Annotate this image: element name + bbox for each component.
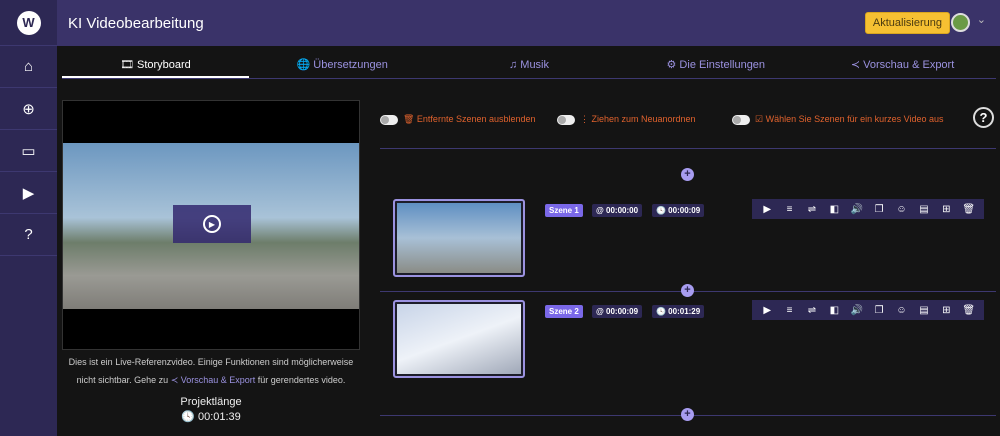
tab-preview-export[interactable]: ≺ Vorschau & Export — [809, 52, 996, 78]
scene-row: Szene 1 @ 00:00:00 🕓 00:00:09 ▶ ≡ ⇌ ◧ 🔊 ❐ ☺ ▤ ⊞ 🗑 — [380, 199, 996, 284]
toggle-short-video[interactable]: ☑ Wählen Sie Szenen für ein kurzes Video… — [732, 114, 944, 125]
live-reference-note: Dies ist ein Live-Referenzvideo. Einige … — [68, 357, 354, 385]
volume-icon[interactable]: 🔊 — [850, 305, 864, 316]
scene-start-time: @ 00:00:00 — [592, 204, 643, 217]
play-icon[interactable]: ▶ — [760, 204, 774, 215]
scene-toolbar: ▶ ≡ ⇌ ◧ 🔊 ❐ ☺ ▤ ⊞ 🗑 — [752, 199, 984, 219]
add-icon[interactable]: ⊕ — [0, 88, 57, 130]
scene-name-badge: Szene 2 — [545, 305, 583, 318]
scene-name-badge: Szene 1 — [545, 204, 583, 217]
copy-icon[interactable]: ❐ — [872, 305, 886, 316]
chevron-down-icon[interactable]: ⌄ — [977, 13, 986, 26]
switch[interactable] — [557, 114, 575, 125]
play-button[interactable]: ▶ — [173, 205, 251, 243]
delete-icon[interactable]: 🗑 — [962, 204, 976, 215]
divider — [380, 148, 996, 149]
header: KI Videobearbeitung Aktualisierung ⌄ — [57, 0, 1000, 46]
toggle-hide-removed[interactable]: 🗑 Entfernte Szenen ausblenden — [380, 114, 536, 125]
help-icon[interactable]: ? — [973, 107, 994, 128]
volume-icon[interactable]: 🔊 — [850, 204, 864, 215]
sidebar: W ⌂ ⊕ ▭ ▶ ? — [0, 0, 57, 436]
add-scene-button[interactable]: + — [681, 284, 694, 297]
toggle-bar: 🗑 Entfernte Szenen ausblenden ⋮ Ziehen z… — [380, 107, 1000, 130]
home-icon[interactable]: ⌂ — [0, 46, 57, 88]
playlist-icon[interactable]: ≡ — [783, 204, 797, 215]
page-title: KI Videobearbeitung — [68, 14, 204, 32]
video-frame: ▶ — [63, 143, 359, 309]
tab-translations[interactable]: 🌐 Übersetzungen — [249, 52, 436, 78]
switch[interactable] — [380, 114, 398, 125]
emoji-icon[interactable]: ☺ — [895, 305, 909, 316]
transition-icon[interactable]: ⇌ — [805, 305, 819, 316]
add-scene-button[interactable]: + — [681, 168, 694, 181]
play-icon[interactable]: ▶ — [760, 305, 774, 316]
avatar[interactable] — [951, 13, 970, 32]
scene-thumbnail[interactable] — [393, 199, 525, 277]
help-icon[interactable]: ? — [0, 214, 57, 256]
flip-icon[interactable]: ◧ — [827, 204, 841, 215]
subtitle-icon[interactable]: ▤ — [917, 204, 931, 215]
scene-toolbar: ▶ ≡ ⇌ ◧ 🔊 ❐ ☺ ▤ ⊞ 🗑 — [752, 300, 984, 320]
scene-duration: 🕓 00:01:29 — [652, 305, 705, 318]
emoji-icon[interactable]: ☺ — [895, 204, 909, 215]
add-scene-button[interactable]: + — [681, 408, 694, 421]
update-button[interactable]: Aktualisierung — [864, 12, 950, 34]
flip-icon[interactable]: ◧ — [827, 305, 841, 316]
video-library-icon[interactable]: ▶ — [0, 172, 57, 214]
add-scene-icon[interactable]: ⊞ — [939, 305, 953, 316]
folder-icon[interactable]: ▭ — [0, 130, 57, 172]
preview-export-link[interactable]: ≺ Vorschau & Export — [171, 375, 256, 385]
scene-start-time: @ 00:00:09 — [592, 305, 643, 318]
logo[interactable]: W — [0, 0, 57, 46]
copy-icon[interactable]: ❐ — [872, 204, 886, 215]
delete-icon[interactable]: 🗑 — [962, 305, 976, 316]
project-length: Projektlänge 🕓 00:01:39 — [180, 396, 242, 423]
scene-row: Szene 2 @ 00:00:09 🕓 00:01:29 ▶ ≡ ⇌ ◧ 🔊 ❐ ☺ ▤ ⊞ 🗑 — [380, 300, 996, 385]
add-scene-icon[interactable]: ⊞ — [939, 204, 953, 215]
playlist-icon[interactable]: ≡ — [783, 305, 797, 316]
play-icon: ▶ — [203, 215, 221, 233]
toggle-drag-reorder[interactable]: ⋮ Ziehen zum Neuanordnen — [557, 114, 696, 125]
tab-music[interactable]: ♫ Musik — [436, 52, 623, 78]
video-player[interactable]: ▶ — [62, 100, 360, 350]
tab-settings[interactable]: ⚙ Die Einstellungen — [622, 52, 809, 78]
subtitle-icon[interactable]: ▤ — [917, 305, 931, 316]
tab-storyboard[interactable]: 🎞 Storyboard — [62, 52, 249, 78]
tab-bar: 🎞 Storyboard 🌐 Übersetzungen ♫ Musik ⚙ D… — [62, 52, 996, 79]
switch[interactable] — [732, 114, 750, 125]
transition-icon[interactable]: ⇌ — [805, 204, 819, 215]
scene-thumbnail[interactable] — [393, 300, 525, 378]
scene-duration: 🕓 00:00:09 — [652, 204, 705, 217]
